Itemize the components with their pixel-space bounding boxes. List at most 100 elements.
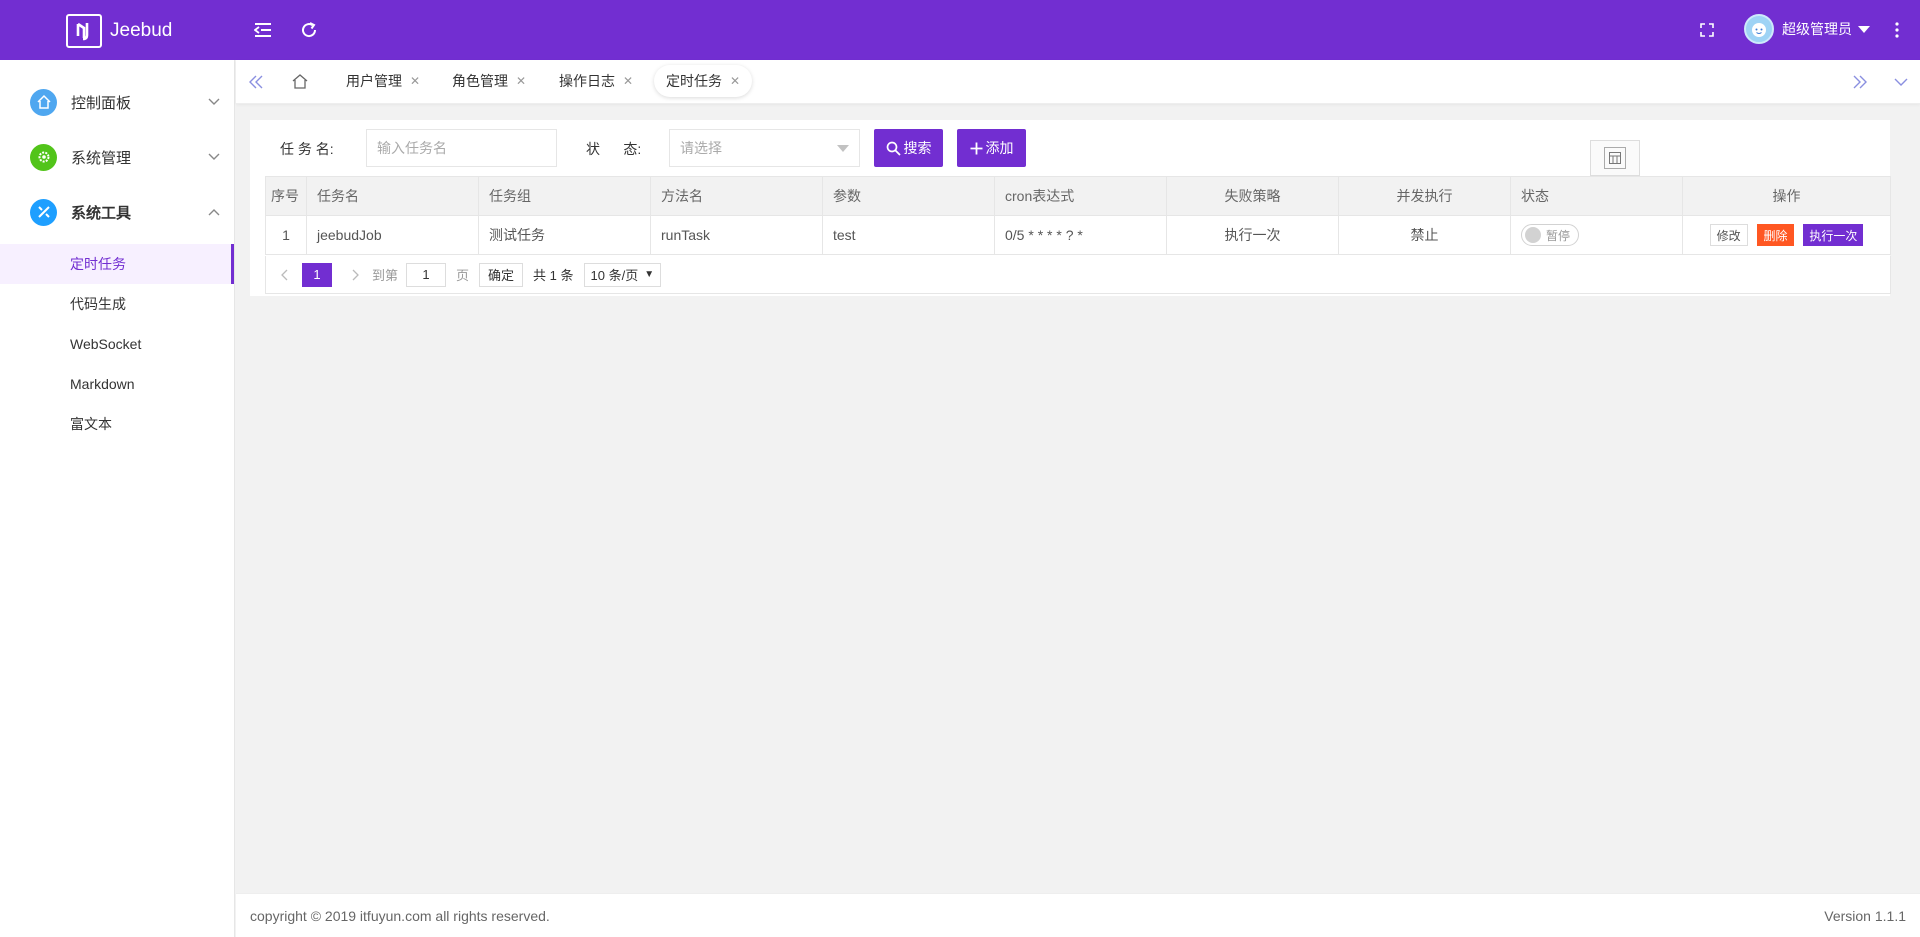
delete-button[interactable]: 删除 <box>1757 224 1794 246</box>
goto-label: 到第 <box>372 268 399 283</box>
sidebar-group-label: 控制面板 <box>71 94 132 112</box>
column-header: 并发执行 <box>1338 176 1511 216</box>
next-page-icon[interactable] <box>352 269 360 281</box>
tabs-bar: 用户管理 ✕ 角色管理 ✕ 操作日志 ✕ 定时任务 ✕ <box>236 60 1920 104</box>
sidebar-group-label: 系统工具 <box>71 204 132 222</box>
sidebar-group-label: 系统管理 <box>71 149 132 167</box>
column-header: 失败策略 <box>1166 176 1339 216</box>
sidebar-item-markdown[interactable]: Markdown <box>0 364 234 404</box>
chevron-down-icon <box>837 144 849 152</box>
column-header: 任务组 <box>478 176 651 216</box>
cell-status: 暂停 <box>1510 215 1683 255</box>
home-icon <box>30 88 57 116</box>
caret-down-icon <box>1858 25 1870 33</box>
close-icon[interactable]: ✕ <box>410 74 420 88</box>
table-header-row: 序号 任务名 任务组 方法名 参数 cron表达式 失败策略 并发执行 状态 操… <box>265 176 1891 216</box>
goto-page-input[interactable]: 1 <box>406 262 447 287</box>
close-icon[interactable]: ✕ <box>623 74 633 88</box>
close-icon[interactable]: ✕ <box>516 74 526 88</box>
tools-icon <box>30 198 57 226</box>
app-name: Jeebud <box>110 20 173 41</box>
search-button-label: 搜索 <box>903 140 932 156</box>
sidebar-item-scheduled-tasks[interactable]: 定时任务 <box>0 244 234 284</box>
sidebar-group-tools[interactable]: 系统工具 <box>0 186 234 238</box>
cell-failure-policy: 执行一次 <box>1166 215 1339 255</box>
avatar <box>1744 14 1774 44</box>
cell-params: test <box>822 215 995 255</box>
fullscreen-icon[interactable] <box>1695 18 1719 42</box>
column-filter-button[interactable] <box>1590 140 1640 176</box>
refresh-icon[interactable] <box>297 18 321 42</box>
cell-method: runTask <box>650 215 823 255</box>
app-logo[interactable]: Jeebud <box>66 14 172 48</box>
cell-cron: 0/5 * * * * ? * <box>994 215 1167 255</box>
add-button[interactable]: 添加 <box>957 129 1026 167</box>
sidebar-item-label: 代码生成 <box>70 296 126 312</box>
total-count: 共 1 条 <box>533 268 574 283</box>
copyright-text: copyright © 2019 itfuyun.com all rights … <box>250 907 550 924</box>
edit-button[interactable]: 修改 <box>1709 224 1748 246</box>
sidebar-item-code-gen[interactable]: 代码生成 <box>0 284 234 324</box>
more-vertical-icon[interactable] <box>1885 18 1909 42</box>
column-header: 方法名 <box>650 176 823 216</box>
tab-label: 角色管理 <box>452 73 508 89</box>
tab-label: 用户管理 <box>346 73 402 89</box>
sidebar-item-websocket[interactable]: WebSocket <box>0 324 234 364</box>
cell-task-name: jeebudJob <box>306 215 479 255</box>
page-unit-label: 页 <box>456 268 470 283</box>
column-header: 状态 <box>1510 176 1683 216</box>
column-header: 参数 <box>822 176 995 216</box>
tab-operation-log[interactable]: 操作日志 ✕ <box>547 65 645 97</box>
status-select[interactable]: 请选择 <box>669 129 860 167</box>
sidebar-group-dashboard[interactable]: 控制面板 <box>0 76 234 128</box>
logo-icon <box>66 14 102 48</box>
run-once-button[interactable]: 执行一次 <box>1803 224 1864 246</box>
task-name-input[interactable]: 输入任务名 <box>366 129 557 167</box>
task-table: 序号 任务名 任务组 方法名 参数 cron表达式 失败策略 并发执行 状态 操… <box>265 176 1891 255</box>
sidebar-item-label: 富文本 <box>70 416 112 432</box>
task-name-placeholder: 输入任务名 <box>377 140 447 156</box>
gear-icon <box>30 143 57 171</box>
sidebar-item-label: WebSocket <box>70 336 142 352</box>
page-size-select[interactable]: 10 条/页 ▼ <box>583 262 662 287</box>
chevron-down-icon <box>208 98 220 105</box>
page-current[interactable]: 1 <box>302 262 332 287</box>
tab-role-management[interactable]: 角色管理 ✕ <box>440 65 538 97</box>
cell-concurrent: 禁止 <box>1338 215 1511 255</box>
sidebar: 控制面板 系统管理 系统工具 定时任务 代码生成 WebSocket Markd… <box>0 60 235 937</box>
plus-icon <box>970 142 982 154</box>
user-menu[interactable]: 超级管理员 <box>1744 14 1870 44</box>
sidebar-group-system[interactable]: 系统管理 <box>0 131 234 183</box>
tab-label: 定时任务 <box>666 73 722 89</box>
column-header: cron表达式 <box>994 176 1167 216</box>
tabs-dropdown-icon[interactable] <box>1894 78 1908 87</box>
page-size-label: 10 条/页 <box>590 268 639 283</box>
status-placeholder: 请选择 <box>680 140 722 156</box>
prev-page-icon[interactable] <box>280 269 288 281</box>
tab-label: 操作日志 <box>559 73 615 89</box>
goto-confirm-button[interactable]: 确定 <box>479 262 524 287</box>
status-toggle[interactable]: 暂停 <box>1521 224 1579 246</box>
scroll-left-icon[interactable] <box>248 75 264 89</box>
cell-task-group: 测试任务 <box>478 215 651 255</box>
scroll-right-icon[interactable] <box>1852 75 1868 89</box>
tab-user-management[interactable]: 用户管理 ✕ <box>334 65 432 97</box>
home-tab-icon[interactable] <box>291 73 309 89</box>
search-button[interactable]: 搜索 <box>874 129 943 167</box>
pagination: 1 到第 1 页 确定 共 1 条 10 条/页 ▼ <box>265 256 1891 294</box>
version-text: Version 1.1.1 <box>1824 907 1906 924</box>
task-name-label: 任 务 名: <box>280 141 334 157</box>
menu-fold-icon[interactable] <box>251 18 275 42</box>
search-icon <box>886 141 901 156</box>
top-header: Jeebud 超级管理员 <box>0 0 1920 60</box>
footer: copyright © 2019 itfuyun.com all rights … <box>236 893 1920 937</box>
sidebar-item-rich-text[interactable]: 富文本 <box>0 404 234 444</box>
cell-actions: 修改 删除 执行一次 <box>1682 215 1891 255</box>
close-icon[interactable]: ✕ <box>730 74 740 88</box>
cell-index: 1 <box>265 215 307 255</box>
table-row: 1 jeebudJob 测试任务 runTask test 0/5 * * * … <box>265 215 1891 255</box>
column-header: 任务名 <box>306 176 479 216</box>
toggle-knob <box>1525 227 1541 243</box>
user-name: 超级管理员 <box>1782 21 1852 37</box>
tab-scheduled-tasks[interactable]: 定时任务 ✕ <box>654 65 753 97</box>
